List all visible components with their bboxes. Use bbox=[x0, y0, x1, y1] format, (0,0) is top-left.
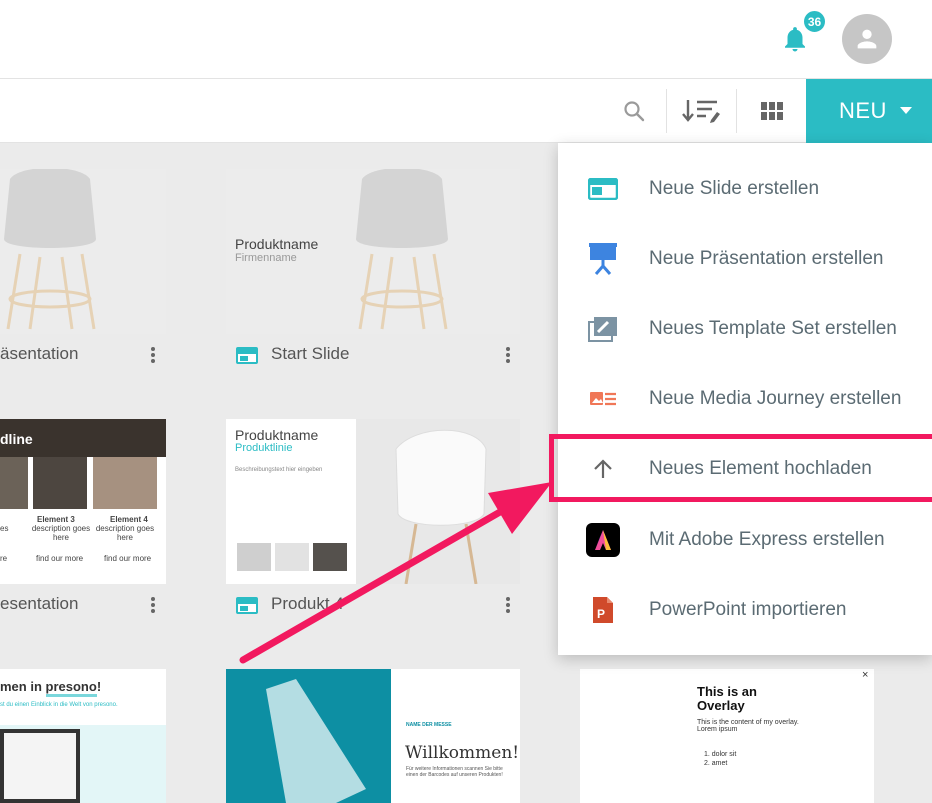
thumb-photo bbox=[93, 457, 157, 509]
avatar[interactable] bbox=[842, 14, 892, 64]
notification-badge[interactable]: 36 bbox=[802, 9, 827, 34]
new-button[interactable]: NEU bbox=[806, 79, 932, 143]
card-thumbnail[interactable]: dline Element 3 description goes here El… bbox=[0, 419, 166, 584]
card-title[interactable]: Produkt 4 bbox=[271, 594, 344, 614]
chevron-down-icon bbox=[900, 107, 912, 114]
card-thumbnail[interactable] bbox=[0, 169, 166, 334]
thumb-element-desc: description goes here bbox=[95, 524, 155, 542]
close-icon[interactable]: × bbox=[862, 669, 868, 681]
menu-item-new-presentation[interactable]: Neue Präsentation erstellen bbox=[558, 224, 932, 294]
search-icon[interactable] bbox=[618, 79, 650, 142]
menu-item-upload-element[interactable]: Neues Element hochladen bbox=[558, 434, 932, 504]
thumb-element-desc: es bbox=[0, 524, 9, 533]
thumb-subtitle: Firmenname bbox=[235, 252, 297, 264]
menu-item-label: PowerPoint importieren bbox=[649, 599, 847, 620]
more-options-icon[interactable] bbox=[151, 597, 155, 613]
thumb-link: find our more bbox=[36, 554, 84, 563]
menu-item-label: Neues Element hochladen bbox=[649, 458, 872, 479]
thumb-element-desc: description goes here bbox=[31, 524, 91, 542]
thumb-title: Produktname bbox=[235, 236, 319, 252]
card-title[interactable]: äsentation bbox=[0, 344, 78, 364]
upload-arrow-icon bbox=[586, 452, 620, 486]
new-button-label: NEU bbox=[839, 98, 887, 123]
slide-icon bbox=[586, 172, 620, 206]
chair-image bbox=[0, 169, 166, 334]
menu-item-label: Neue Media Journey erstellen bbox=[649, 388, 902, 409]
sort-icon[interactable] bbox=[680, 79, 722, 142]
menu-item-label: Mit Adobe Express erstellen bbox=[649, 529, 885, 550]
top-bar: 36 bbox=[0, 0, 932, 78]
thumb-photo bbox=[275, 543, 309, 571]
thumb-text: This is the content of my overlay. Lorem… bbox=[697, 719, 799, 733]
thumb-element-title: Element 3 bbox=[37, 515, 75, 524]
thumb-title: Produktname bbox=[235, 427, 319, 443]
thumb-link: find our more bbox=[104, 554, 152, 563]
more-options-icon[interactable] bbox=[506, 597, 510, 613]
menu-item-import-powerpoint[interactable]: P PowerPoint importieren bbox=[558, 575, 932, 645]
menu-item-new-media-journey[interactable]: Neue Media Journey erstellen bbox=[558, 364, 932, 434]
toolbar-divider bbox=[736, 89, 737, 133]
thumb-list-item: 2. amet bbox=[704, 760, 728, 767]
powerpoint-icon: P bbox=[586, 593, 620, 627]
more-options-icon[interactable] bbox=[506, 347, 510, 363]
card-thumbnail[interactable]: men in presono! st du einen Einblick in … bbox=[0, 669, 166, 803]
presentation-icon bbox=[586, 242, 620, 276]
menu-item-label: Neues Template Set erstellen bbox=[649, 318, 897, 339]
card-thumbnail[interactable]: NAME DER MESSE Willkommen! Für weitere I… bbox=[226, 669, 520, 803]
thumb-photo bbox=[0, 457, 28, 509]
menu-item-label: Neue Präsentation erstellen bbox=[649, 248, 884, 269]
thumb-element-title: Element 4 bbox=[110, 515, 148, 524]
slide-icon bbox=[236, 597, 258, 614]
thumb-photo bbox=[237, 543, 271, 571]
thumb-title: Willkommen! bbox=[405, 743, 520, 763]
thumb-subtitle: Produktlinie bbox=[235, 442, 293, 454]
thumb-desc: Beschreibungstext hier eingeben bbox=[235, 467, 323, 473]
card-thumbnail[interactable]: Produktname Firmenname bbox=[226, 169, 520, 334]
thumb-photo bbox=[33, 457, 87, 509]
template-icon bbox=[586, 312, 620, 346]
thumb-list-item: 1. dolor sit bbox=[704, 751, 737, 758]
new-dropdown-menu: Neue Slide erstellen Neue Präsentation e… bbox=[558, 143, 932, 655]
grid-view-icon[interactable] bbox=[758, 79, 786, 142]
thumb-photo bbox=[313, 543, 347, 571]
thumb-element-desc: re bbox=[0, 554, 8, 563]
media-journey-icon bbox=[586, 382, 620, 416]
svg-text:P: P bbox=[597, 607, 605, 621]
thumb-heading: men in presono! bbox=[0, 679, 101, 697]
card-thumbnail[interactable]: Produktname Produktlinie Beschreibungste… bbox=[226, 419, 520, 584]
thumb-label: NAME DER MESSE bbox=[406, 722, 452, 728]
slide-icon bbox=[236, 347, 258, 364]
card-thumbnail[interactable]: × This is an Overlay This is the content… bbox=[580, 669, 874, 803]
more-options-icon[interactable] bbox=[151, 347, 155, 363]
toolbar: NEU bbox=[0, 78, 932, 143]
card-title[interactable]: Start Slide bbox=[271, 344, 349, 364]
menu-item-label: Neue Slide erstellen bbox=[649, 178, 820, 199]
thumb-photo bbox=[226, 669, 391, 803]
person-icon bbox=[857, 29, 877, 49]
thumb-title: This is an Overlay bbox=[697, 684, 757, 713]
menu-item-new-template-set[interactable]: Neues Template Set erstellen bbox=[558, 294, 932, 364]
thumb-heading: dline bbox=[0, 431, 33, 447]
menu-item-new-slide[interactable]: Neue Slide erstellen bbox=[558, 154, 932, 224]
chair-photo bbox=[356, 419, 520, 584]
menu-item-adobe-express[interactable]: Mit Adobe Express erstellen bbox=[558, 505, 932, 575]
thumb-text: Für weitere Informationen scannen Sie bi… bbox=[406, 766, 503, 778]
toolbar-divider bbox=[666, 89, 667, 133]
thumb-monitor bbox=[0, 729, 80, 803]
thumb-subtitle: st du einen Einblick in die Welt von pre… bbox=[0, 702, 118, 708]
card-title[interactable]: esentation bbox=[0, 594, 78, 614]
adobe-express-icon bbox=[586, 523, 620, 557]
